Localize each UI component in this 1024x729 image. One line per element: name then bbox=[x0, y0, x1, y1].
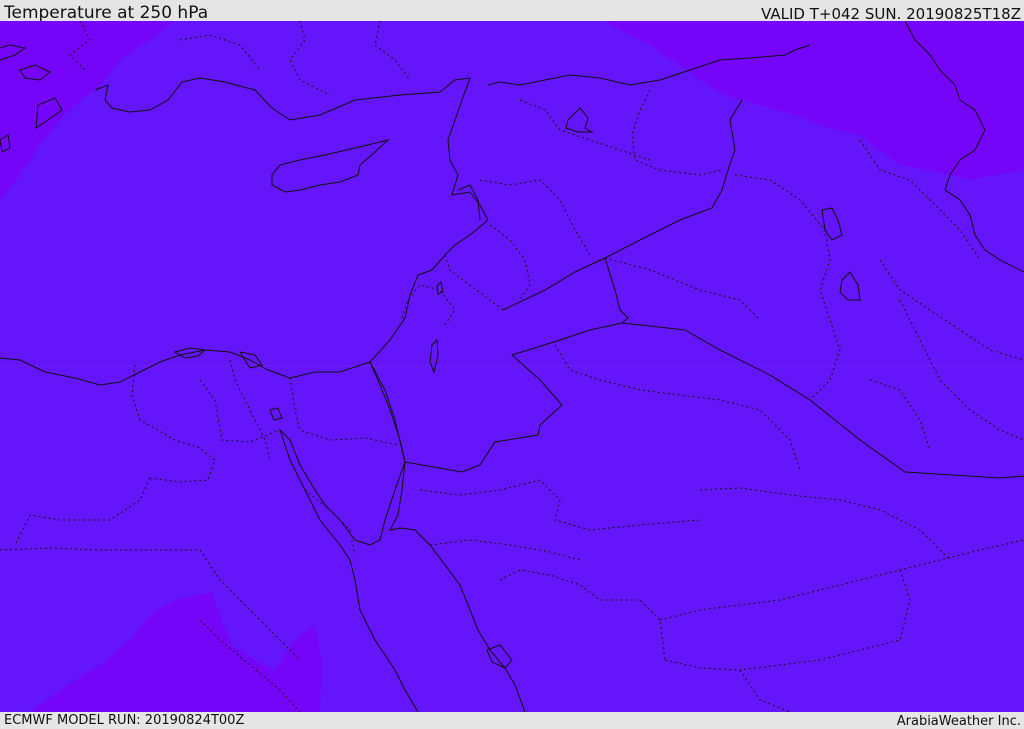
footer-bar: ECMWF MODEL RUN: 20190824T00Z ArabiaWeat… bbox=[0, 712, 1024, 729]
forecast-map-page: Temperature at 250 hPa VALID T+042 SUN. … bbox=[0, 0, 1024, 729]
map-title: Temperature at 250 hPa bbox=[4, 3, 209, 23]
credit: ArabiaWeather Inc. bbox=[896, 714, 1021, 729]
temperature-map[interactable] bbox=[0, 21, 1024, 712]
header-bar: Temperature at 250 hPa VALID T+042 SUN. … bbox=[0, 0, 1024, 23]
model-run: ECMWF MODEL RUN: 20190824T00Z bbox=[4, 713, 245, 728]
